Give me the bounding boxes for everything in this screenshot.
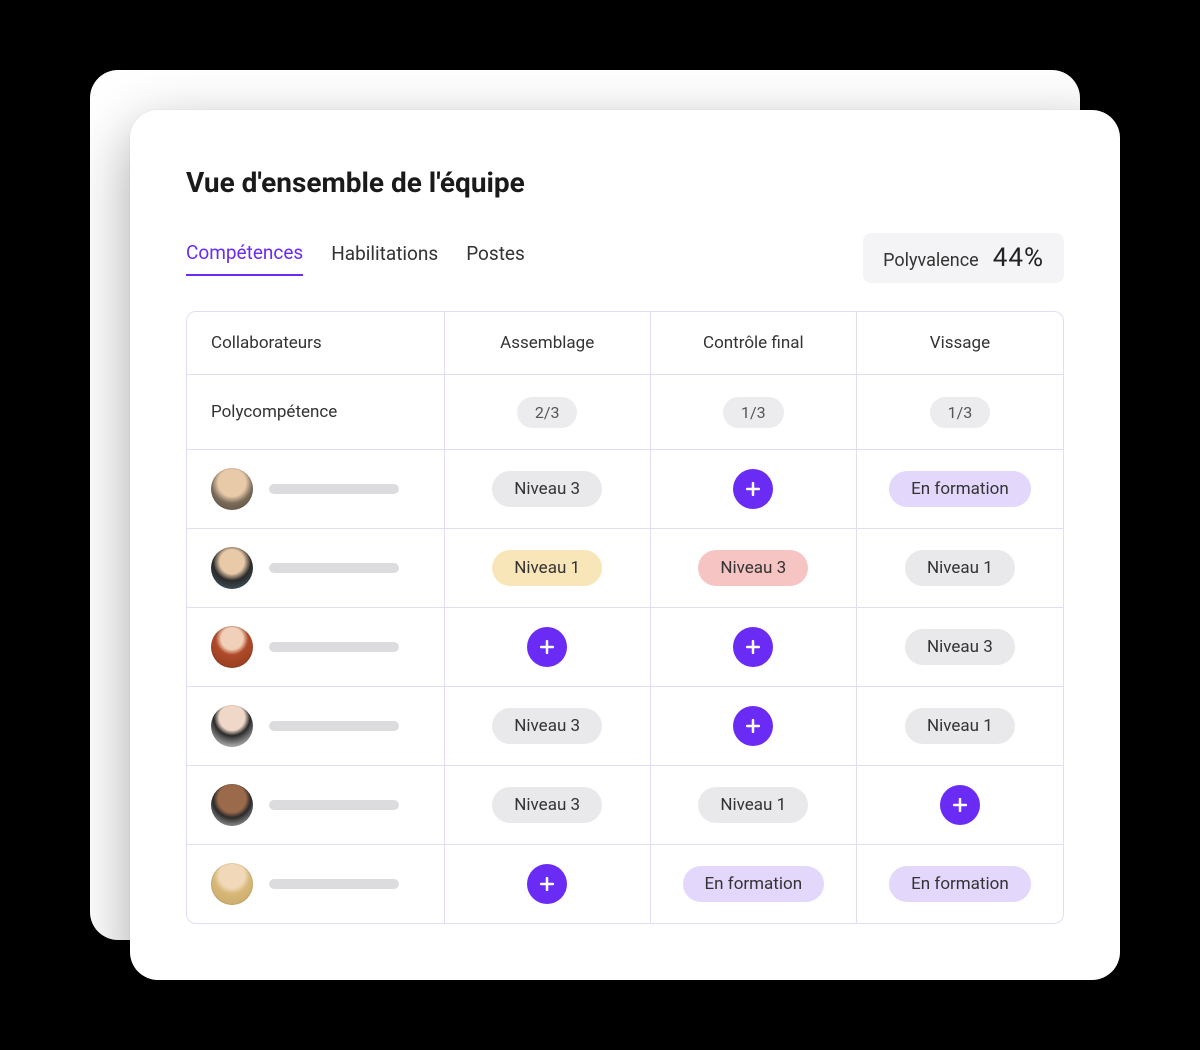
skill-cell: Niveau 1 <box>651 766 857 844</box>
add-skill-button[interactable] <box>940 785 980 825</box>
name-placeholder <box>269 563 399 573</box>
skill-cell: Niveau 1 <box>445 529 651 607</box>
skill-cell: Niveau 3 <box>857 608 1063 686</box>
skills-matrix: Collaborateurs Assemblage Contrôle final… <box>186 311 1064 924</box>
level-badge: Niveau 3 <box>492 787 602 823</box>
collaborator <box>211 863 399 905</box>
polyvalence-label: Polyvalence <box>883 250 979 271</box>
tab-habilitations[interactable]: Habilitations <box>331 242 438 275</box>
skill-cell: Niveau 3 <box>445 766 651 844</box>
table-row: Niveau 3 <box>187 608 1063 687</box>
skill-cell <box>651 608 857 686</box>
polycompetence-vissage: 1/3 <box>857 375 1063 449</box>
polycompetence-assemblage: 2/3 <box>445 375 651 449</box>
level-badge: Niveau 3 <box>492 471 602 507</box>
table-row: Niveau 3 Niveau 1 <box>187 687 1063 766</box>
plus-icon <box>950 795 970 815</box>
avatar <box>211 547 253 589</box>
page-title: Vue d'ensemble de l'équipe <box>186 166 1064 199</box>
add-skill-button[interactable] <box>527 864 567 904</box>
table-row: Niveau 1 Niveau 3 Niveau 1 <box>187 529 1063 608</box>
avatar <box>211 468 253 510</box>
polycompetence-controle-final: 1/3 <box>651 375 857 449</box>
collaborator <box>211 468 399 510</box>
main-card: Vue d'ensemble de l'équipe Compétences H… <box>130 110 1120 980</box>
level-badge: En formation <box>683 866 825 902</box>
col-header-collaborateurs: Collaborateurs <box>187 312 445 374</box>
plus-icon <box>743 716 763 736</box>
level-badge: En formation <box>889 471 1031 507</box>
level-badge: Niveau 3 <box>905 629 1015 665</box>
collaborator-cell <box>187 687 445 765</box>
skill-cell: En formation <box>857 450 1063 528</box>
name-placeholder <box>269 721 399 731</box>
col-header-vissage: Vissage <box>857 312 1063 374</box>
add-skill-button[interactable] <box>733 627 773 667</box>
collaborator <box>211 784 399 826</box>
header-row: Collaborateurs Assemblage Contrôle final… <box>187 312 1063 375</box>
polyvalence-value: 44% <box>993 243 1044 273</box>
col-header-controle-final: Contrôle final <box>651 312 857 374</box>
collaborator <box>211 705 399 747</box>
avatar <box>211 863 253 905</box>
skill-cell: Niveau 1 <box>857 687 1063 765</box>
skill-cell <box>445 608 651 686</box>
level-badge: Niveau 3 <box>492 708 602 744</box>
skill-cell: Niveau 3 <box>445 687 651 765</box>
collaborator <box>211 547 399 589</box>
level-badge: En formation <box>889 866 1031 902</box>
add-skill-button[interactable] <box>733 706 773 746</box>
level-badge: Niveau 1 <box>905 708 1015 744</box>
collaborator-cell <box>187 608 445 686</box>
skill-cell <box>651 450 857 528</box>
skill-cell: En formation <box>651 845 857 923</box>
tab-postes[interactable]: Postes <box>466 242 525 275</box>
table-row: Niveau 3 Niveau 1 <box>187 766 1063 845</box>
tab-row: Compétences Habilitations Postes Polyval… <box>186 233 1064 283</box>
avatar <box>211 705 253 747</box>
ratio-badge: 1/3 <box>723 397 784 428</box>
collaborator-cell <box>187 450 445 528</box>
skill-cell: Niveau 1 <box>857 529 1063 607</box>
plus-icon <box>743 479 763 499</box>
skill-cell: Niveau 3 <box>445 450 651 528</box>
plus-icon <box>537 874 557 894</box>
polycompetence-label-cell: Polycompétence <box>187 375 445 449</box>
ratio-badge: 1/3 <box>930 397 991 428</box>
avatar <box>211 626 253 668</box>
collaborator-cell <box>187 845 445 923</box>
plus-icon <box>743 637 763 657</box>
name-placeholder <box>269 642 399 652</box>
name-placeholder <box>269 800 399 810</box>
name-placeholder <box>269 879 399 889</box>
table-row: En formation En formation <box>187 845 1063 923</box>
polycompetence-row: Polycompétence 2/3 1/3 1/3 <box>187 375 1063 450</box>
polycompetence-label: Polycompétence <box>211 402 337 422</box>
level-badge: Niveau 1 <box>492 550 602 586</box>
skill-cell <box>857 766 1063 844</box>
name-placeholder <box>269 484 399 494</box>
avatar <box>211 784 253 826</box>
level-badge: Niveau 1 <box>698 787 808 823</box>
collaborator <box>211 626 399 668</box>
col-header-assemblage: Assemblage <box>445 312 651 374</box>
ratio-badge: 2/3 <box>517 397 578 428</box>
skill-cell <box>445 845 651 923</box>
skill-cell: En formation <box>857 845 1063 923</box>
tab-competences[interactable]: Compétences <box>186 241 303 276</box>
collaborator-cell <box>187 766 445 844</box>
skill-cell: Niveau 3 <box>651 529 857 607</box>
skill-cell <box>651 687 857 765</box>
collaborator-cell <box>187 529 445 607</box>
plus-icon <box>537 637 557 657</box>
add-skill-button[interactable] <box>733 469 773 509</box>
table-row: Niveau 3 En formation <box>187 450 1063 529</box>
add-skill-button[interactable] <box>527 627 567 667</box>
polyvalence-badge: Polyvalence 44% <box>863 233 1064 283</box>
level-badge: Niveau 3 <box>698 550 808 586</box>
level-badge: Niveau 1 <box>905 550 1015 586</box>
